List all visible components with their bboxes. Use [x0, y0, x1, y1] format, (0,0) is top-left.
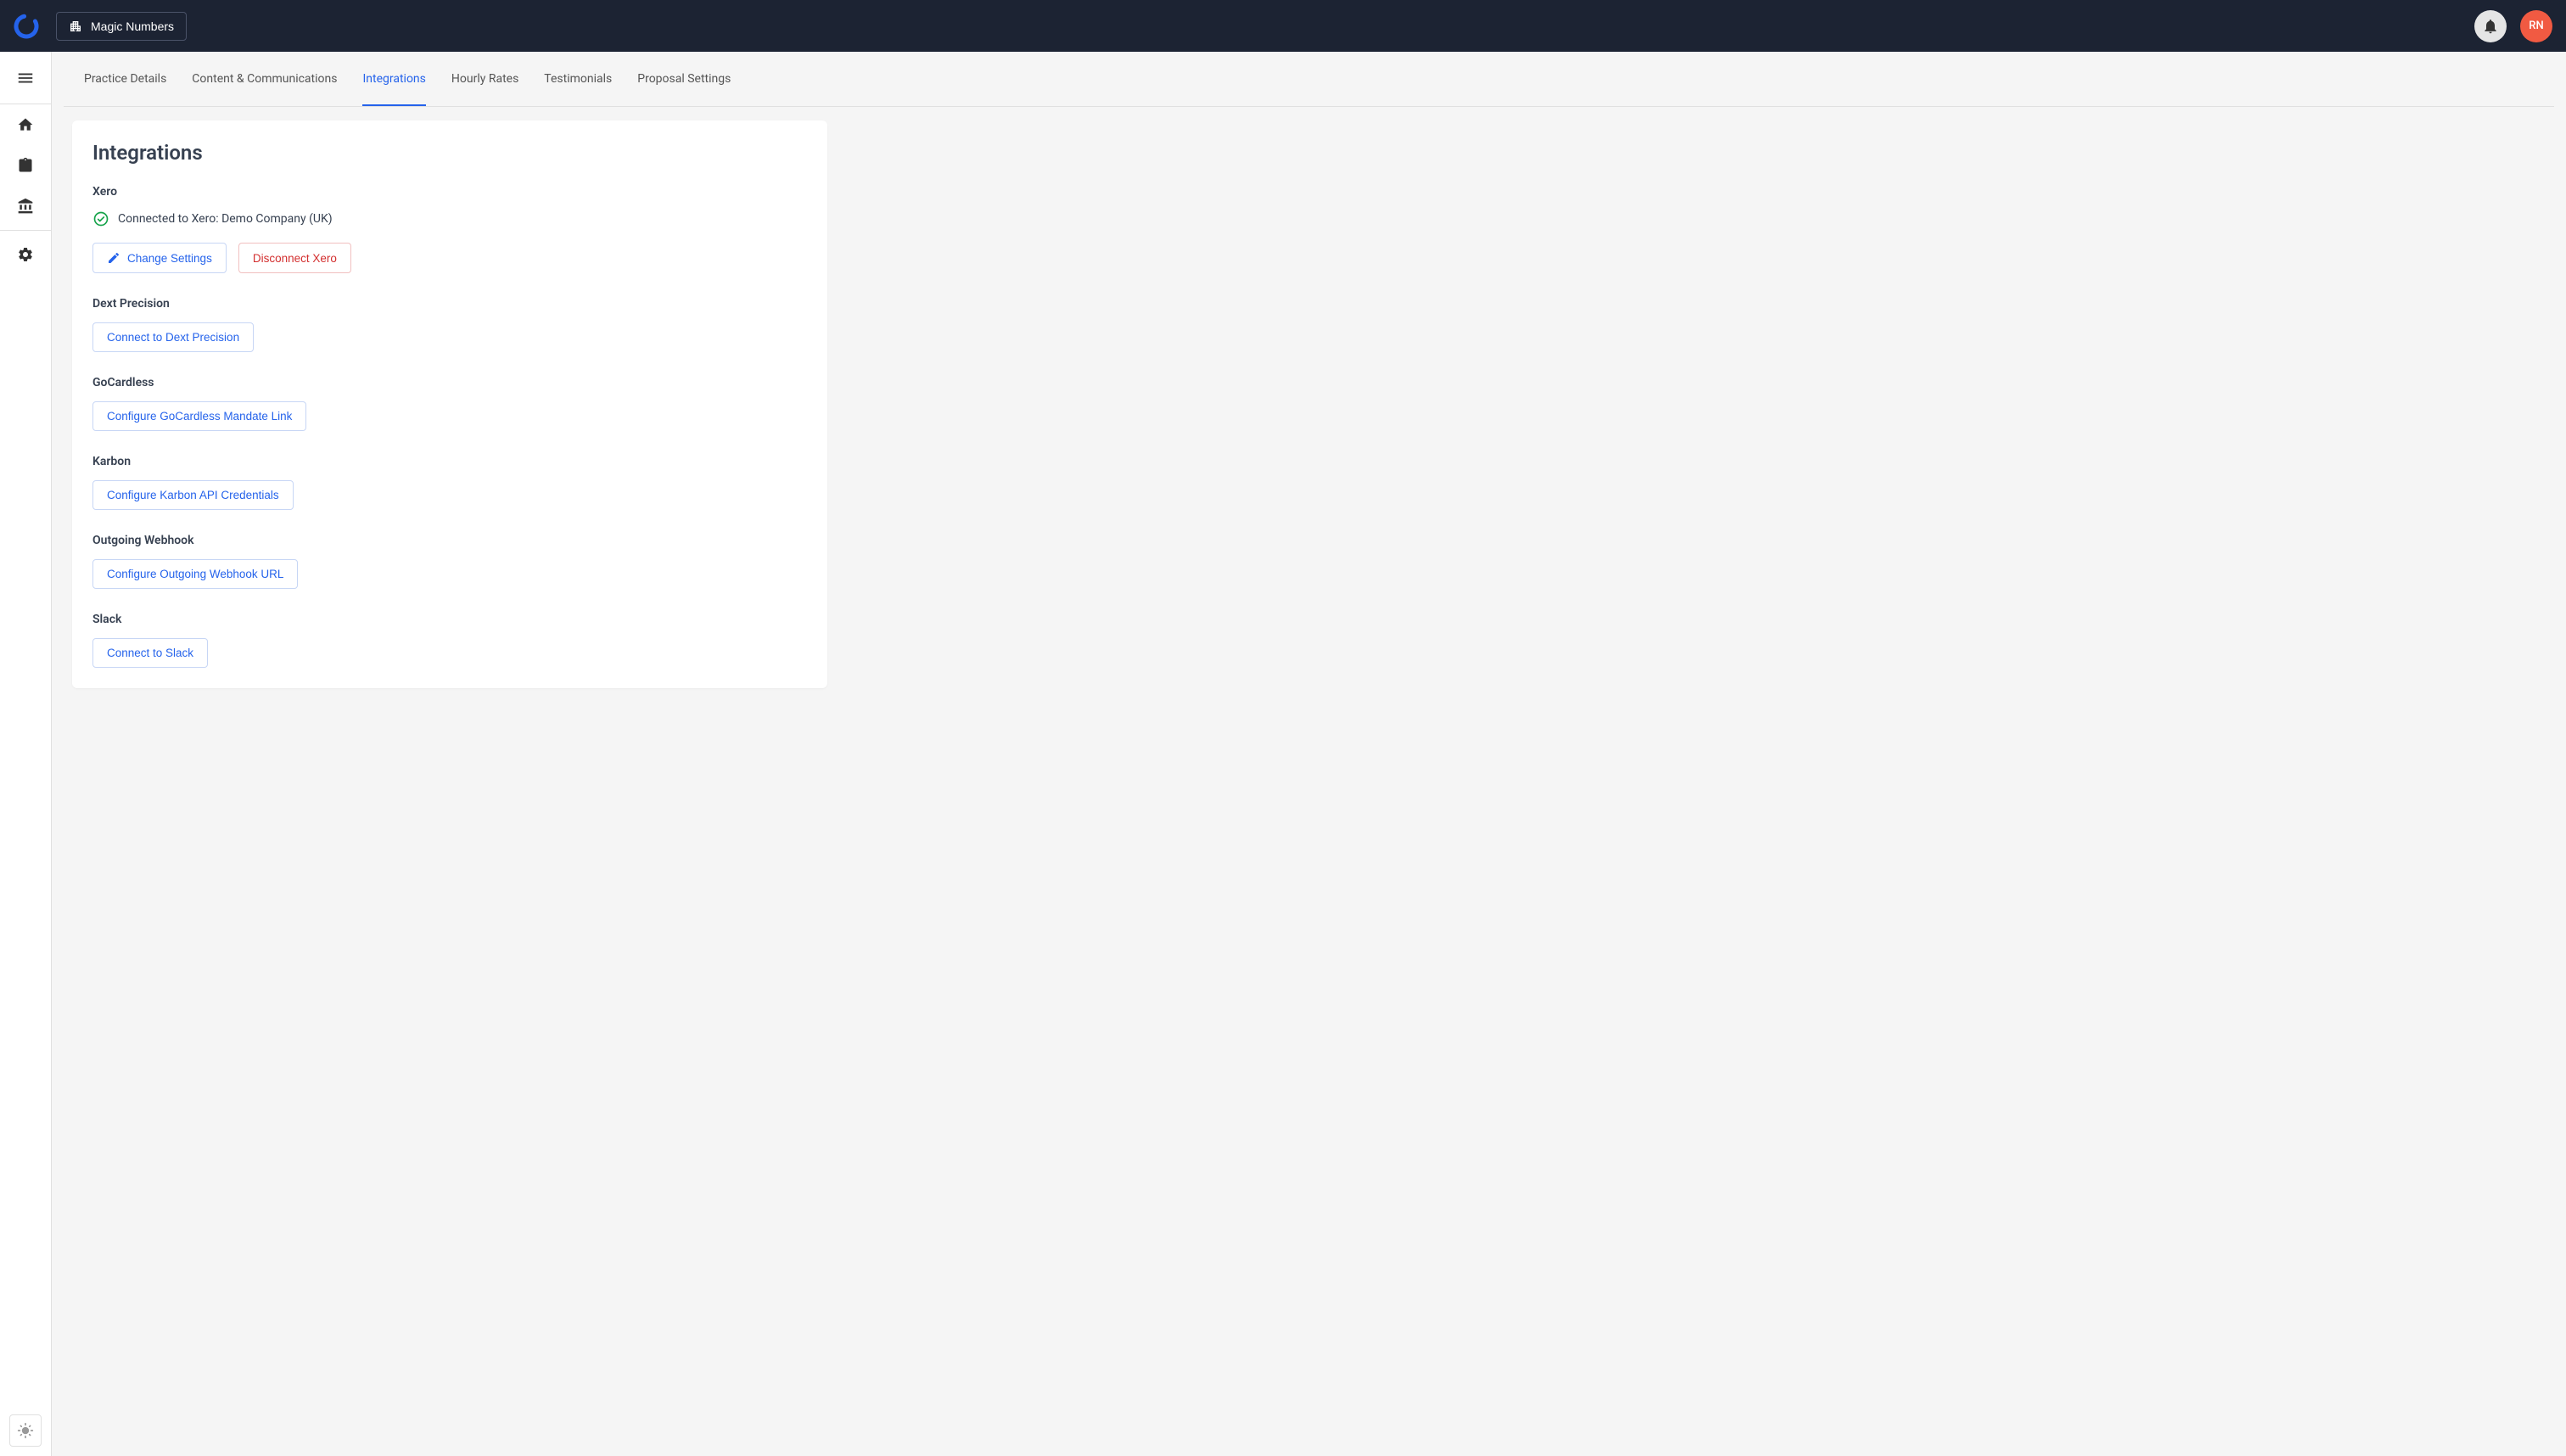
karbon-section-title: Karbon — [92, 455, 807, 468]
slack-connect-label: Connect to Slack — [107, 647, 193, 659]
theme-toggle[interactable] — [9, 1414, 42, 1447]
xero-status-row: Connected to Xero: Demo Company (UK) — [92, 210, 807, 227]
webhook-section-title: Outgoing Webhook — [92, 534, 807, 547]
hamburger-icon — [16, 69, 35, 87]
gocardless-configure-button[interactable]: Configure GoCardless Mandate Link — [92, 401, 306, 431]
integrations-card: Integrations Xero Connected to Xero: Dem… — [72, 120, 827, 688]
gear-icon — [17, 246, 34, 263]
bank-icon — [17, 198, 34, 215]
xero-disconnect-label: Disconnect Xero — [253, 252, 337, 265]
sun-icon — [17, 1422, 34, 1439]
dext-connect-button[interactable]: Connect to Dext Precision — [92, 322, 254, 352]
slack-section-title: Slack — [92, 613, 807, 626]
xero-status-text: Connected to Xero: Demo Company (UK) — [118, 212, 333, 226]
xero-change-settings-label: Change Settings — [127, 252, 212, 265]
topbar-left: Magic Numbers — [14, 12, 187, 41]
dext-connect-label: Connect to Dext Precision — [107, 331, 239, 344]
building-icon — [69, 20, 82, 33]
sidebar — [0, 52, 52, 1456]
webhook-configure-button[interactable]: Configure Outgoing Webhook URL — [92, 559, 298, 589]
tab-testimonials[interactable]: Testimonials — [544, 52, 612, 106]
clipboard-icon — [17, 157, 34, 174]
tab-hourly-rates[interactable]: Hourly Rates — [451, 52, 518, 106]
xero-change-settings-button[interactable]: Change Settings — [92, 243, 227, 273]
nav-divider — [0, 230, 51, 231]
notifications-button[interactable] — [2474, 10, 2507, 42]
gocardless-configure-label: Configure GoCardless Mandate Link — [107, 410, 292, 423]
xero-disconnect-button[interactable]: Disconnect Xero — [238, 243, 351, 273]
xero-button-row: Change Settings Disconnect Xero — [92, 243, 807, 273]
nav-bank[interactable] — [0, 186, 51, 227]
check-circle-icon — [92, 210, 109, 227]
tab-integrations[interactable]: Integrations — [362, 52, 425, 106]
workspace-selector[interactable]: Magic Numbers — [56, 12, 187, 41]
gocardless-section-title: GoCardless — [92, 376, 807, 389]
layout: Practice Details Content & Communication… — [0, 52, 2566, 1456]
user-avatar[interactable]: RN — [2520, 10, 2552, 42]
dext-section-title: Dext Precision — [92, 297, 807, 311]
tab-practice-details[interactable]: Practice Details — [84, 52, 166, 106]
page-title: Integrations — [92, 141, 807, 165]
menu-toggle[interactable] — [0, 52, 51, 104]
slack-connect-button[interactable]: Connect to Slack — [92, 638, 208, 668]
avatar-initials: RN — [2529, 20, 2543, 32]
tab-content-communications[interactable]: Content & Communications — [192, 52, 337, 106]
app-logo[interactable] — [14, 14, 39, 39]
nav-home[interactable] — [0, 104, 51, 145]
bell-icon — [2482, 18, 2499, 35]
workspace-label: Magic Numbers — [91, 20, 174, 33]
pencil-icon — [107, 251, 120, 265]
tab-bar: Practice Details Content & Communication… — [64, 52, 2554, 107]
webhook-configure-label: Configure Outgoing Webhook URL — [107, 568, 283, 580]
topbar: Magic Numbers RN — [0, 0, 2566, 52]
nav-clipboard[interactable] — [0, 145, 51, 186]
xero-section-title: Xero — [92, 185, 807, 199]
karbon-configure-label: Configure Karbon API Credentials — [107, 489, 279, 501]
main-content: Practice Details Content & Communication… — [52, 52, 2566, 1456]
nav-settings[interactable] — [0, 234, 51, 275]
home-icon — [17, 116, 34, 133]
karbon-configure-button[interactable]: Configure Karbon API Credentials — [92, 480, 294, 510]
tab-proposal-settings[interactable]: Proposal Settings — [637, 52, 731, 106]
topbar-right: RN — [2474, 10, 2552, 42]
